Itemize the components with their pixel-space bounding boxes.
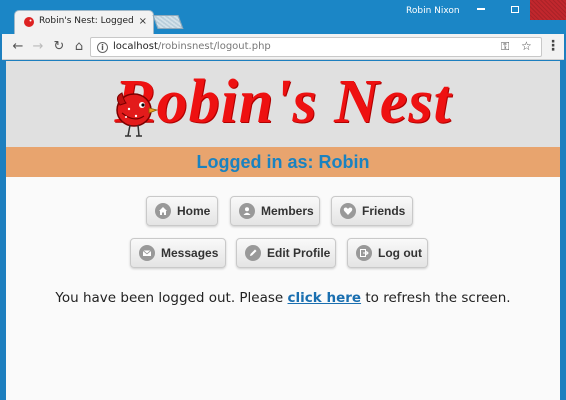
browser-toolbar: ← → ↻ ⌂ i localhost/robinsnest/logout.ph… — [2, 34, 564, 60]
site-header: Robin's Nest — [6, 61, 560, 147]
mail-icon — [139, 245, 155, 261]
bird-favicon-icon — [24, 17, 34, 27]
key-icon[interactable]: ⚿ — [501, 40, 509, 54]
message-text-before: You have been logged out. Please — [55, 290, 288, 306]
log-out-button-label: Log out — [378, 246, 422, 260]
home-button-label: Home — [177, 204, 211, 218]
friends-button-label: Friends — [362, 204, 406, 218]
logged-in-text: Logged in as: Robin — [196, 152, 370, 172]
maximize-icon — [511, 5, 519, 13]
messages-button-label: Messages — [161, 246, 219, 260]
window-titlebar: Robin's Nest: Logged in as × Robin Nixon — [0, 0, 566, 34]
new-tab-button[interactable] — [152, 15, 184, 29]
forward-arrow-icon[interactable]: → — [28, 37, 48, 57]
heart-icon — [340, 203, 356, 219]
home-icon — [155, 203, 171, 219]
tab-title: Robin's Nest: Logged in as — [39, 16, 137, 26]
url-path: /robinsnest/logout.php — [157, 41, 271, 52]
web-page: Robin's Nest Logged in as: Robin Home Me… — [6, 61, 560, 400]
profile-name[interactable]: Robin Nixon — [406, 6, 460, 16]
url-host: localhost — [113, 41, 158, 52]
address-bar[interactable]: i localhost/robinsnest/logout.php ⚿ ☆ — [90, 37, 542, 57]
site-info-icon[interactable]: i — [97, 42, 108, 53]
browser-menu-icon[interactable]: ⋮ — [546, 38, 560, 56]
close-window-button[interactable] — [530, 0, 566, 20]
user-icon — [239, 203, 255, 219]
robin-bird-icon — [116, 92, 158, 137]
logged-in-bar: Logged in as: Robin — [6, 147, 560, 177]
bookmark-star-icon[interactable]: ☆ — [521, 39, 532, 53]
tab-close-icon[interactable]: × — [139, 15, 147, 29]
friends-button[interactable]: Friends — [331, 196, 413, 226]
reload-icon[interactable]: ↻ — [49, 37, 69, 57]
members-button[interactable]: Members — [230, 196, 320, 226]
site-logo-text: Robin's Nest — [114, 68, 452, 136]
logout-icon — [356, 245, 372, 261]
pencil-icon — [245, 245, 261, 261]
edit-profile-button[interactable]: Edit Profile — [236, 238, 336, 268]
log-out-button[interactable]: Log out — [347, 238, 428, 268]
logout-message: You have been logged out. Please click h… — [6, 290, 560, 306]
members-button-label: Members — [261, 204, 314, 218]
home-button[interactable]: Home — [146, 196, 218, 226]
minimize-button[interactable] — [464, 0, 498, 20]
edit-profile-button-label: Edit Profile — [267, 246, 331, 260]
messages-button[interactable]: Messages — [130, 238, 226, 268]
maximize-button[interactable] — [498, 0, 532, 20]
url-text[interactable]: localhost/robinsnest/logout.php — [113, 41, 271, 52]
minimize-icon — [477, 8, 485, 10]
refresh-link[interactable]: click here — [288, 290, 362, 306]
browser-tab[interactable]: Robin's Nest: Logged in as × — [14, 10, 154, 34]
message-text-after: to refresh the screen. — [361, 290, 511, 306]
back-arrow-icon[interactable]: ← — [8, 37, 28, 57]
home-page-icon[interactable]: ⌂ — [69, 37, 89, 57]
